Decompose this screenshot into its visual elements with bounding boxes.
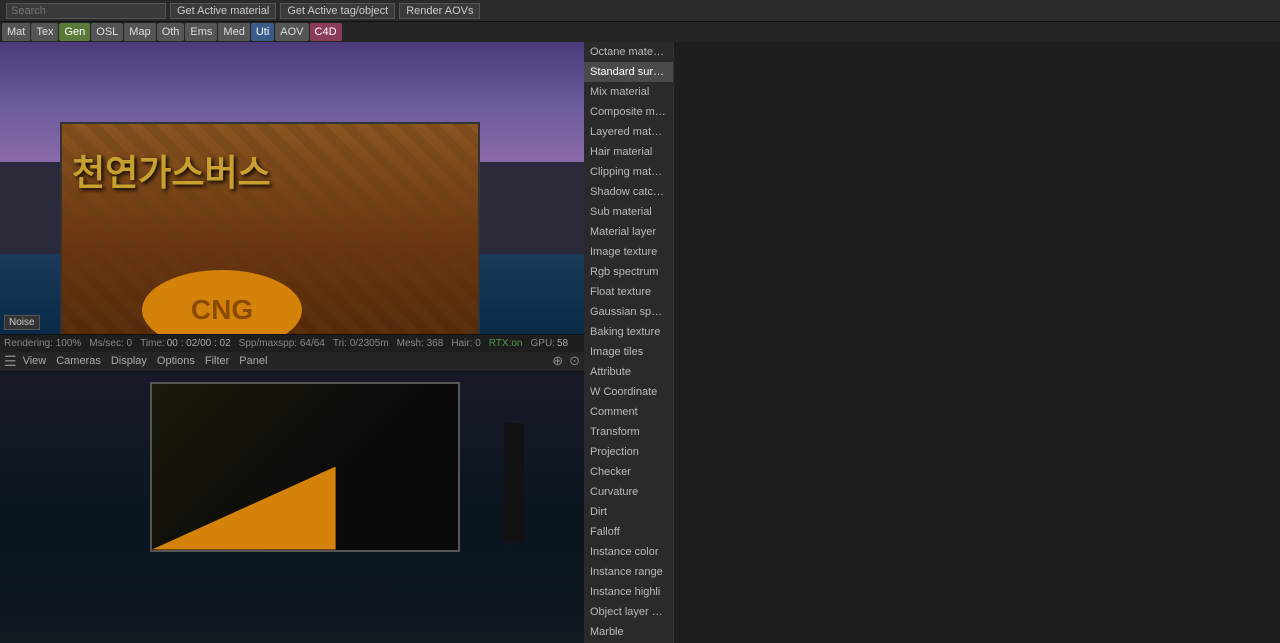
tab-bar: Mat Tex Gen OSL Map Oth Ems Med Uti AOV … bbox=[0, 22, 1280, 42]
viewport-navigate-icon[interactable]: ⊕ bbox=[552, 353, 563, 369]
search-input[interactable] bbox=[6, 3, 166, 19]
tab-c4d[interactable]: C4D bbox=[310, 23, 342, 41]
tab-mat[interactable]: Mat bbox=[2, 23, 30, 41]
tab-aov[interactable]: AOV bbox=[275, 23, 308, 41]
material-list-item[interactable]: Projection bbox=[584, 442, 673, 462]
status-bar: Rendering: 100% Ms/sec: 0 Time: 00 : 02/… bbox=[0, 334, 584, 352]
render-aovs-button[interactable]: Render AOVs bbox=[399, 3, 480, 19]
tab-gen[interactable]: Gen bbox=[59, 23, 90, 41]
material-list-item[interactable]: Image texture bbox=[584, 242, 673, 262]
get-active-material-button[interactable]: Get Active material bbox=[170, 3, 276, 19]
tab-tex[interactable]: Tex bbox=[31, 23, 58, 41]
noise-badge: Noise bbox=[4, 315, 40, 330]
material-list-item[interactable]: Float texture bbox=[584, 282, 673, 302]
material-list-item[interactable]: Instance highli bbox=[584, 582, 673, 602]
top-bar: Get Active material Get Active tag/objec… bbox=[0, 0, 1280, 22]
korean-text: 천연가스버스 bbox=[72, 144, 271, 196]
material-list-item[interactable]: Instance range bbox=[584, 562, 673, 582]
material-list-item[interactable]: Comment bbox=[584, 402, 673, 422]
material-list-item[interactable]: Transform bbox=[584, 422, 673, 442]
material-list: Octane materialStandard surfaceMix mater… bbox=[584, 42, 674, 643]
sign-bg: 천연가스버스 CNG bbox=[60, 122, 480, 334]
rtx-status: RTX:on bbox=[489, 338, 523, 349]
material-list-item[interactable]: Shadow catcher bbox=[584, 182, 673, 202]
hair-status: Hair: 0 bbox=[451, 338, 480, 349]
material-list-item[interactable]: Attribute bbox=[584, 362, 673, 382]
options-menu[interactable]: Options bbox=[153, 355, 199, 367]
content-area: 천연가스버스 CNG Noise Rendering: 100% Ms/sec:… bbox=[0, 42, 1280, 643]
material-list-item[interactable]: Standard surface bbox=[584, 62, 673, 82]
material-list-item[interactable]: Image tiles bbox=[584, 342, 673, 362]
material-list-item[interactable]: Octane material bbox=[584, 42, 673, 62]
material-list-item[interactable]: Falloff bbox=[584, 522, 673, 542]
material-list-item[interactable]: Baking texture bbox=[584, 322, 673, 342]
tab-map[interactable]: Map bbox=[124, 23, 155, 41]
get-active-tag-button[interactable]: Get Active tag/object bbox=[280, 3, 395, 19]
tab-ems[interactable]: Ems bbox=[185, 23, 217, 41]
panel-menu[interactable]: Panel bbox=[235, 355, 271, 367]
connections-svg bbox=[674, 42, 1280, 643]
material-list-item[interactable]: Marble bbox=[584, 622, 673, 642]
tri-status: Tri: 0/2305m bbox=[333, 338, 389, 349]
rendering-status: Rendering: 100% bbox=[4, 338, 81, 349]
tab-osl[interactable]: OSL bbox=[91, 23, 123, 41]
sign-container: 천연가스버스 CNG bbox=[60, 122, 480, 334]
ms-sec-status: Ms/sec: 0 bbox=[89, 338, 132, 349]
time-status: Time: 00 : 02/00 : 02 bbox=[140, 338, 231, 349]
filter-menu[interactable]: Filter bbox=[201, 355, 233, 367]
material-list-item[interactable]: Composite mate bbox=[584, 102, 673, 122]
material-list-item[interactable]: Layered material bbox=[584, 122, 673, 142]
material-list-item[interactable]: Instance color bbox=[584, 542, 673, 562]
cng-text: CNG bbox=[191, 294, 253, 326]
camera-frame bbox=[150, 382, 460, 552]
view-menu[interactable]: View bbox=[19, 355, 51, 367]
viewport-zoom-icon[interactable]: ⊙ bbox=[569, 353, 580, 369]
material-list-item[interactable]: Checker bbox=[584, 462, 673, 482]
viewport-bottom[interactable]: ☰ View Cameras Display Options Filter Pa… bbox=[0, 352, 584, 643]
material-list-item[interactable]: Object layer colo bbox=[584, 602, 673, 622]
material-list-item[interactable]: Dirt bbox=[584, 502, 673, 522]
gpu-status: GPU: 58 bbox=[531, 338, 569, 349]
display-menu[interactable]: Display bbox=[107, 355, 151, 367]
tab-oth[interactable]: Oth bbox=[157, 23, 185, 41]
material-list-item[interactable]: Material layer bbox=[584, 222, 673, 242]
material-list-item[interactable]: Rgb spectrum bbox=[584, 262, 673, 282]
bottom-toolbar: ☰ View Cameras Display Options Filter Pa… bbox=[0, 352, 584, 372]
material-list-item[interactable]: Clipping materia bbox=[584, 162, 673, 182]
material-list-item[interactable]: W Coordinate bbox=[584, 382, 673, 402]
node-editor[interactable]: ▼ ImageTexture ● Power 1.000 Gam bbox=[674, 42, 1280, 643]
material-list-item[interactable]: Hair material bbox=[584, 142, 673, 162]
left-panel: 천연가스버스 CNG Noise Rendering: 100% Ms/sec:… bbox=[0, 42, 584, 643]
hamburger-icon[interactable]: ☰ bbox=[4, 353, 17, 370]
material-list-item[interactable]: Gaussian spectr bbox=[584, 302, 673, 322]
viewport-3d[interactable]: 천연가스버스 CNG Noise bbox=[0, 42, 584, 334]
mesh-status: Mesh: 368 bbox=[397, 338, 444, 349]
cameras-menu[interactable]: Cameras bbox=[52, 355, 105, 367]
tab-uti[interactable]: Uti bbox=[251, 23, 274, 41]
material-list-item[interactable]: Mix material bbox=[584, 82, 673, 102]
tab-med[interactable]: Med bbox=[218, 23, 249, 41]
material-list-item[interactable]: Curvature bbox=[584, 482, 673, 502]
material-list-item[interactable]: Sub material bbox=[584, 202, 673, 222]
spp-status: Spp/maxspp: 64/64 bbox=[239, 338, 325, 349]
pipe-element bbox=[504, 423, 524, 543]
